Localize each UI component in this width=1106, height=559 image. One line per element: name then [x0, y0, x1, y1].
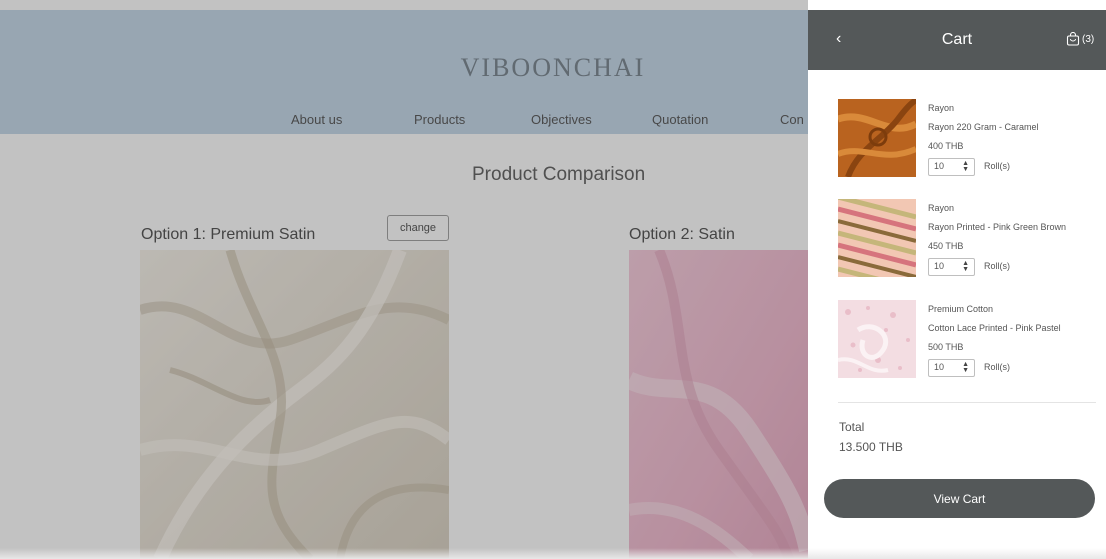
- cart-item-price: 450 THB: [928, 241, 964, 251]
- cart-item-info: Premium Cotton Cotton Lace Printed - Pin…: [928, 300, 1061, 377]
- quantity-unit: Roll(s): [984, 161, 1010, 171]
- quantity-stepper[interactable]: 10 ▲ ▼: [928, 358, 975, 377]
- bottom-shadow: [0, 548, 1106, 559]
- cart-item-category: Rayon: [928, 103, 955, 113]
- cart-item-category: Rayon: [928, 203, 955, 213]
- cart-item-name[interactable]: Rayon Printed - Pink Green Brown: [928, 218, 1066, 237]
- quantity-value: 10: [934, 362, 945, 372]
- cart-item-category: Premium Cotton: [928, 304, 994, 314]
- cart-item: Premium Cotton Cotton Lace Printed - Pin…: [838, 300, 1098, 380]
- cart-item-info: Rayon Rayon 220 Gram - Caramel 400 THB 1…: [928, 99, 1039, 176]
- cart-item-name[interactable]: Cotton Lace Printed - Pink Pastel: [928, 319, 1061, 338]
- cart-item-price: 400 THB: [928, 141, 964, 151]
- cart-count-badge: (3): [1082, 34, 1095, 45]
- quantity-stepper[interactable]: 10 ▲ ▼: [928, 257, 975, 276]
- view-cart-button[interactable]: View Cart: [824, 479, 1095, 518]
- cart-header: ‹ Cart (3): [808, 10, 1106, 70]
- cart-item: Rayon Rayon Printed - Pink Green Brown 4…: [838, 199, 1098, 279]
- modal-overlay[interactable]: [0, 0, 808, 559]
- quantity-unit: Roll(s): [984, 261, 1010, 271]
- cart-item: Rayon Rayon 220 Gram - Caramel 400 THB 1…: [838, 99, 1098, 179]
- quantity-stepper[interactable]: 10 ▲ ▼: [928, 157, 975, 176]
- cart-item-price: 500 THB: [928, 342, 964, 352]
- stepper-arrows-icon[interactable]: ▲ ▼: [962, 260, 969, 273]
- cart-title: Cart: [941, 31, 973, 48]
- cart-divider: [838, 402, 1096, 403]
- total-value: 13.500 THB: [839, 440, 903, 454]
- quantity-value: 10: [934, 261, 945, 271]
- stepper-arrows-icon[interactable]: ▲ ▼: [962, 160, 969, 173]
- stepper-arrows-icon[interactable]: ▲ ▼: [962, 361, 969, 374]
- cart-item-image[interactable]: [838, 99, 916, 177]
- cart-item-image[interactable]: [838, 300, 916, 378]
- quantity-unit: Roll(s): [984, 362, 1010, 372]
- shopping-bag-icon[interactable]: [1066, 32, 1080, 46]
- cart-item-image[interactable]: [838, 199, 916, 277]
- total-label: Total: [839, 420, 865, 434]
- quantity-value: 10: [934, 161, 945, 171]
- cart-drawer: ‹ Cart (3) Rayon Rayon 220 Gram - Carame…: [808, 0, 1106, 559]
- cart-item-name[interactable]: Rayon 220 Gram - Caramel: [928, 118, 1039, 137]
- cart-item-info: Rayon Rayon Printed - Pink Green Brown 4…: [928, 199, 1066, 276]
